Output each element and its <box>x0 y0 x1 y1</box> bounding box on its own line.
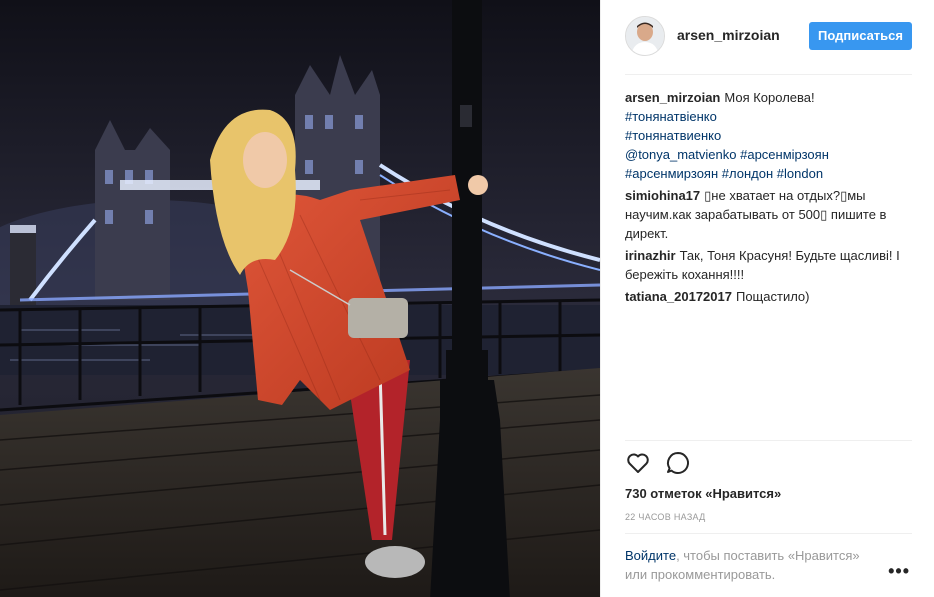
likes-count[interactable]: 730 отметок «Нравится» <box>625 486 781 501</box>
hashtag-link[interactable]: #арсенмирзоян <box>625 166 718 181</box>
header-divider <box>625 74 912 75</box>
more-options-icon[interactable]: ••• <box>888 562 910 580</box>
follow-button[interactable]: Подписаться <box>808 22 912 50</box>
login-prompt: Войдите, чтобы поставить «Нравится» или … <box>625 546 885 584</box>
hashtag-link[interactable]: #london <box>777 166 823 181</box>
avatar[interactable] <box>625 16 665 56</box>
hashtag-link[interactable]: #лондон <box>722 166 773 181</box>
hashtag-link[interactable]: #арсенмiрзоян <box>740 147 829 162</box>
heart-icon[interactable] <box>625 450 651 476</box>
caption-username[interactable]: arsen_mirzoian <box>625 90 720 105</box>
comment-item: tatiana_20172017 Пощастило) <box>625 287 912 306</box>
comment-item: simiohina17 ▯не хватает на отдых?▯мы науч… <box>625 186 912 243</box>
comment-text: Пощастило) <box>735 289 810 304</box>
post-timestamp[interactable]: 22 часов назад <box>625 512 706 522</box>
post-photo[interactable] <box>0 0 600 597</box>
night-bridge-photo <box>0 0 600 597</box>
mention-link[interactable]: @tonya_matvienko <box>625 147 736 162</box>
actions-divider <box>625 440 912 441</box>
comment-bubble-icon[interactable] <box>665 450 691 476</box>
username-link[interactable]: arsen_mirzoian <box>677 27 780 43</box>
footer-divider <box>625 533 912 534</box>
post-header: arsen_mirzoian Подписаться <box>625 16 912 74</box>
action-bar <box>625 450 912 480</box>
comment-username[interactable]: tatiana_20172017 <box>625 289 732 304</box>
avatar-image <box>626 17 664 55</box>
comment-item: irinazhir Так, Тоня Красуня! Будьте щасли… <box>625 246 912 284</box>
hashtag-link[interactable]: #тонянатвиенко <box>625 128 721 143</box>
comments-list: arsen_mirzoian Моя Королева! #тонянатвiен… <box>625 88 912 309</box>
comment-username[interactable]: simiohina17 <box>625 188 700 203</box>
post-side-panel: arsen_mirzoian Подписаться arsen_mirzoia… <box>600 0 934 597</box>
login-link[interactable]: Войдите <box>625 548 676 563</box>
caption-text: Моя Королева! <box>724 90 815 105</box>
hashtag-link[interactable]: #тонянатвiенко <box>625 109 717 124</box>
comment-username[interactable]: irinazhir <box>625 248 676 263</box>
caption: arsen_mirzoian Моя Королева! #тонянатвiен… <box>625 88 912 183</box>
